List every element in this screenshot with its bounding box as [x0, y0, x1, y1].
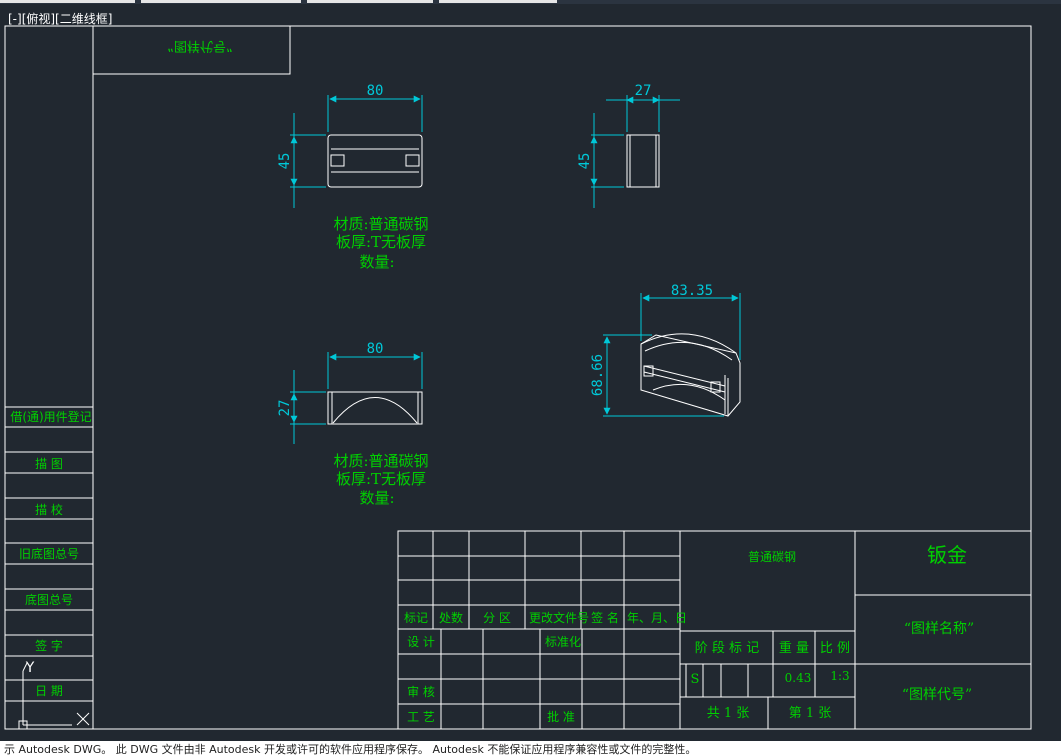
tb-role-approve: 批 准 [547, 709, 575, 724]
mirrored-drawing-code: “图样代号” [167, 38, 232, 53]
tb-category: 钣金 [927, 543, 967, 567]
side-item: 描 图 [35, 457, 63, 471]
tb-stage-mark: 阶 段 标 记 [695, 641, 759, 656]
note-material: 材质:普通碳钢 [333, 452, 428, 470]
tb-scale-label: 比 例 [820, 641, 850, 656]
tb-drawing-code: “图样代号” [902, 687, 972, 703]
side-item: 底图总号 [25, 592, 73, 607]
tb-header-date: 年、月、日 [627, 611, 687, 625]
iso-view-part[interactable] [640, 333, 741, 417]
tb-role-review: 审 核 [407, 684, 435, 699]
ucs-y-label: Y [25, 660, 35, 676]
tb-role-process: 工 艺 [407, 710, 435, 724]
tb-header-mark: 标记 [404, 611, 428, 625]
top-view-dimensions [290, 95, 423, 208]
iso-view-height-dim: 68.66 [590, 354, 606, 396]
front-view-width-dim: 80 [367, 341, 384, 357]
side-view-part[interactable] [626, 134, 660, 188]
drawing-canvas[interactable]: “图样代号” 借(通)用件登记 描 图 描 校 旧底图总号 底图总号 签 字 日… [0, 0, 1061, 755]
tb-drawing-name: “图样名称” [904, 621, 974, 637]
tb-weight-value: 0.43 [785, 671, 812, 685]
drawing-frame [4, 25, 1032, 730]
iso-view-dimensions [603, 293, 741, 417]
tb-role-standard: 标准化 [545, 635, 581, 649]
tb-sheet-no: 第 1 张 [789, 706, 832, 721]
side-item: 描 校 [35, 502, 63, 517]
side-item: 旧底图总号 [19, 546, 79, 561]
side-item: 签 字 [35, 638, 63, 653]
top-view-width-dim: 80 [367, 83, 384, 99]
note-quantity: 数量: [359, 489, 394, 507]
note-quantity: 数量: [359, 253, 394, 271]
tb-role-design: 设 计 [407, 635, 435, 649]
note-thickness: 板厚:T无板厚 [336, 470, 426, 488]
front-view-height-dim: 27 [277, 400, 293, 417]
viewport-controls-label[interactable]: [-][俯视][二维线框] [8, 12, 112, 26]
status-notification-strip: 示 Autodesk DWG。 此 DWG 文件由非 Autodesk 开发或许… [0, 741, 1061, 755]
tb-header-count: 处数 [439, 610, 463, 625]
mirrored-drawing-code-box: “图样代号” [167, 38, 232, 53]
status-notification-text: 示 Autodesk DWG。 此 DWG 文件由非 Autodesk 开发或许… [4, 743, 697, 755]
side-view-dimensions [590, 95, 680, 208]
tb-scale-value: 1:3 [830, 669, 849, 683]
side-item: 日 期 [35, 684, 63, 698]
side-view-width-dim: 27 [635, 83, 652, 99]
top-view-part[interactable] [327, 134, 423, 188]
top-view-height-dim: 45 [277, 153, 293, 170]
note-material: 材质:普通碳钢 [333, 215, 428, 233]
side-view-height-dim: 45 [577, 153, 593, 170]
tb-weight-label: 重 量 [779, 640, 809, 656]
front-view-part[interactable] [327, 391, 423, 425]
tb-stage-value: S [691, 672, 700, 687]
side-item: 借(通)用件登记 [10, 409, 91, 424]
note-thickness: 板厚:T无板厚 [336, 233, 426, 251]
tb-material: 普通碳钢 [748, 550, 796, 564]
tb-header-change-doc: 更改文件号 [529, 610, 589, 625]
tb-header-zone: 分 区 [483, 611, 511, 625]
tb-header-sign: 签 名 [591, 610, 619, 625]
iso-view-width-dim: 83.35 [671, 283, 713, 299]
part-note-1: 材质:普通碳钢 板厚:T无板厚 数量: [333, 215, 428, 271]
tb-sheets-total: 共 1 张 [707, 706, 750, 721]
front-view-dimensions [290, 352, 423, 444]
part-note-2: 材质:普通碳钢 板厚:T无板厚 数量: [333, 452, 428, 507]
